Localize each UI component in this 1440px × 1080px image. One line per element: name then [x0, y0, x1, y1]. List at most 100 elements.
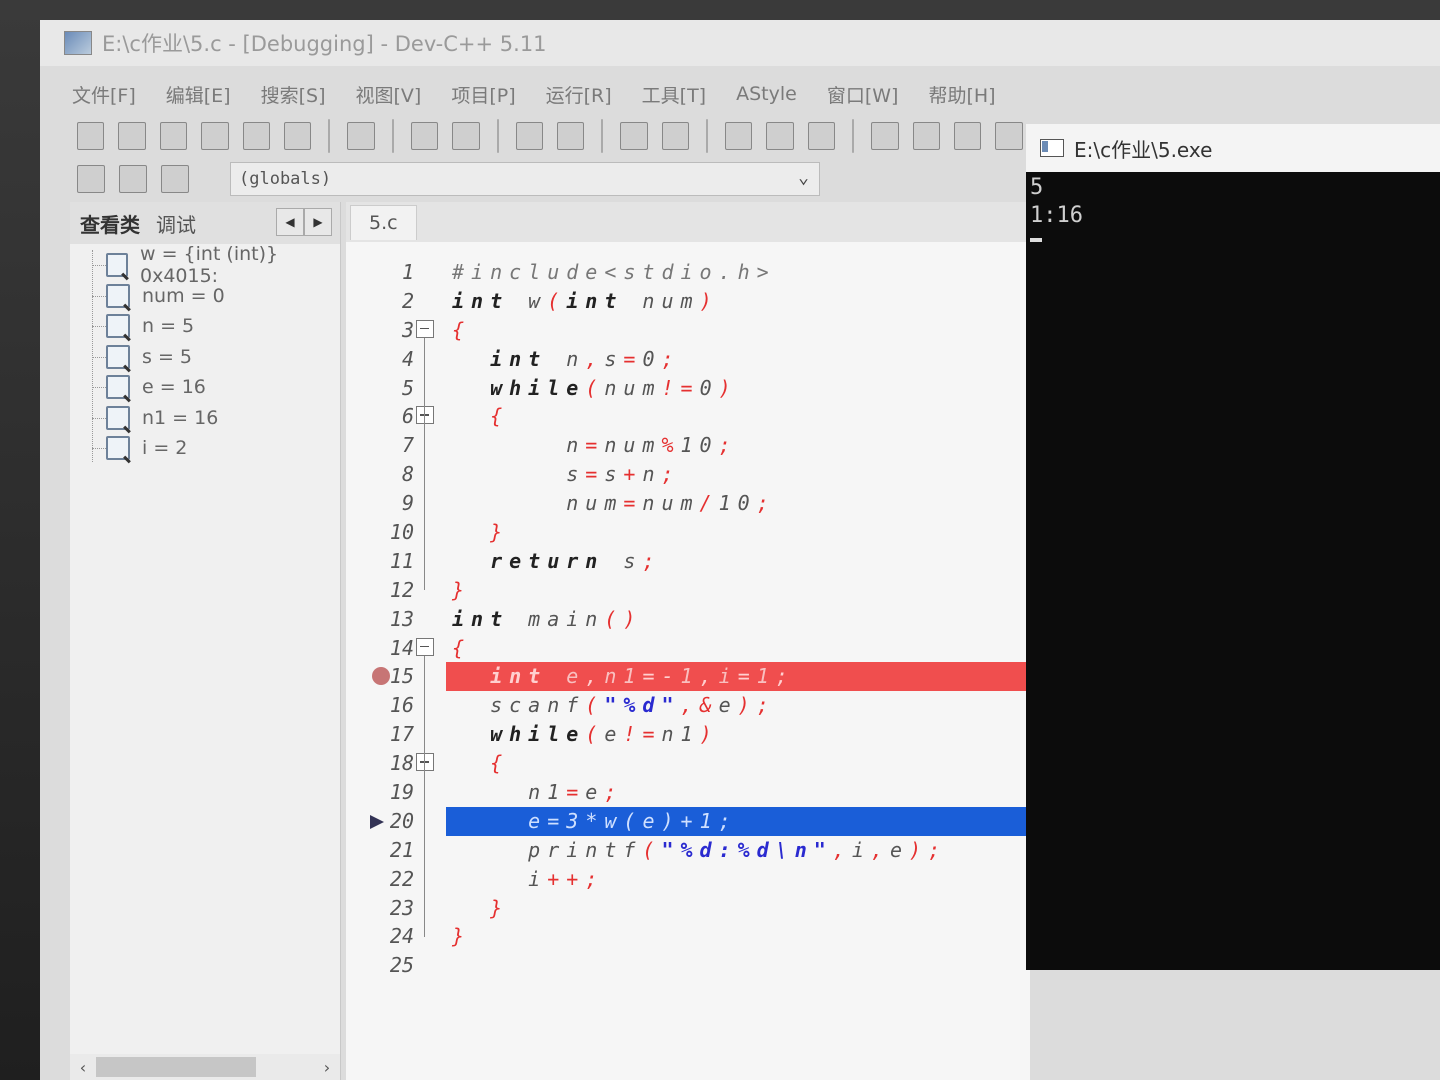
line-number[interactable]: 9	[346, 489, 446, 518]
line-number[interactable]: 10	[346, 518, 446, 547]
code-line[interactable]: int n,s=0;	[446, 345, 1030, 374]
menu-window[interactable]: 窗口[W]	[827, 81, 899, 108]
line-number[interactable]: 16	[346, 691, 446, 720]
line-number[interactable]: 6	[346, 402, 446, 431]
save-icon[interactable]	[159, 122, 188, 150]
tab-classes[interactable]: 查看类	[74, 209, 146, 238]
line-number[interactable]: 20	[346, 807, 446, 836]
indent-icon[interactable]	[620, 122, 648, 150]
scroll-left-icon[interactable]: ‹	[70, 1058, 96, 1077]
code-editor[interactable]: 5.c 1 2 3 4 5 6 7 8 9 10 11 12 13 14 15 16 17 18 19 20 21 22 2…	[346, 202, 1030, 1080]
menu-edit[interactable]: 编辑[E]	[166, 81, 231, 108]
menu-run[interactable]: 运行[R]	[546, 81, 612, 108]
code-line[interactable]: }	[446, 518, 1030, 547]
watch-item[interactable]: w = {int (int)} 0x4015:	[70, 243, 340, 287]
line-number[interactable]: 7	[346, 431, 446, 460]
shield-icon[interactable]	[807, 122, 836, 150]
tab-next-button[interactable]: ▶	[304, 208, 332, 236]
line-number[interactable]: 1	[346, 258, 446, 287]
breakpoint-icon[interactable]	[372, 667, 390, 686]
line-number[interactable]: 25	[346, 951, 446, 980]
replace-icon[interactable]	[556, 122, 585, 150]
line-gutter[interactable]: 1 2 3 4 5 6 7 8 9 10 11 12 13 14 15 16 17 18 19 20 21 22 23 24 2…	[346, 258, 446, 980]
print-icon[interactable]	[347, 122, 375, 150]
compile-icon[interactable]	[871, 122, 899, 150]
fold-toggle-icon[interactable]	[416, 753, 434, 772]
horizontal-scrollbar[interactable]: ‹ ›	[70, 1054, 340, 1080]
watch-item[interactable]: n1 = 16	[70, 403, 340, 434]
code-line[interactable]: int main()	[446, 605, 1030, 634]
code-line[interactable]: num=num/10;	[446, 489, 1030, 518]
fold-toggle-icon[interactable]	[416, 406, 434, 425]
code-line[interactable]: {	[446, 316, 1030, 345]
editor-tab-5c[interactable]: 5.c	[350, 204, 417, 240]
line-number[interactable]: 4	[346, 345, 446, 374]
code-line[interactable]: }	[446, 922, 1030, 951]
code-line[interactable]: n1=e;	[446, 778, 1030, 807]
code-line[interactable]: n=num%10;	[446, 431, 1030, 460]
menu-astyle[interactable]: AStyle	[736, 83, 797, 105]
code-line[interactable]: scanf("%d",&e);	[446, 691, 1030, 720]
project-options-icon[interactable]	[161, 165, 189, 193]
code-line[interactable]: s=s+n;	[446, 460, 1030, 489]
tab-debug[interactable]: 调试	[150, 209, 202, 238]
compile-run-icon[interactable]	[954, 122, 982, 150]
close-all-icon[interactable]	[284, 122, 312, 150]
globals-dropdown[interactable]: (globals) ⌄	[230, 162, 820, 196]
watch-item[interactable]: num = 0	[70, 281, 340, 312]
code-line[interactable]: i++;	[446, 865, 1030, 894]
menu-tools[interactable]: 工具[T]	[642, 81, 706, 108]
line-number[interactable]: 13	[346, 605, 446, 634]
add-to-project-icon[interactable]	[119, 165, 147, 193]
code-line[interactable]: int w(int num)	[446, 287, 1030, 316]
line-number[interactable]: 14	[346, 634, 446, 663]
current-exec-line[interactable]: e=3*w(e)+1;	[446, 806, 1030, 836]
breakpoint-line[interactable]: int e,n1=-1,i=1;	[446, 662, 1030, 692]
find-icon[interactable]	[515, 122, 543, 150]
menu-file[interactable]: 文件[F]	[72, 81, 136, 108]
line-number[interactable]: 5	[346, 374, 446, 403]
line-number[interactable]: 19	[346, 778, 446, 807]
new-project-icon[interactable]	[77, 165, 105, 193]
watch-item[interactable]: s = 5	[70, 342, 340, 373]
menu-project[interactable]: 项目[P]	[451, 81, 515, 108]
code-line[interactable]: }	[446, 894, 1030, 923]
line-number[interactable]: 12	[346, 576, 446, 605]
undo-icon[interactable]	[410, 122, 439, 150]
code-line[interactable]: return s;	[446, 547, 1030, 576]
line-number[interactable]: 24	[346, 922, 446, 951]
bookmark-prev-icon[interactable]	[725, 122, 753, 150]
code-line[interactable]: {	[446, 634, 1030, 663]
watch-item[interactable]: e = 16	[70, 372, 340, 403]
fold-toggle-icon[interactable]	[416, 637, 434, 656]
menu-help[interactable]: 帮助[H]	[928, 81, 995, 108]
scroll-thumb[interactable]	[96, 1057, 256, 1077]
run-icon[interactable]	[912, 122, 941, 150]
menu-view[interactable]: 视图[V]	[356, 81, 422, 108]
line-number[interactable]: 3	[346, 316, 446, 345]
line-number[interactable]: 8	[346, 460, 446, 489]
line-number[interactable]: 2	[346, 287, 446, 316]
code-line[interactable]	[446, 951, 1030, 980]
line-number[interactable]: 11	[346, 547, 446, 576]
save-all-icon[interactable]	[201, 122, 229, 150]
scroll-right-icon[interactable]: ›	[314, 1058, 340, 1077]
code-lines[interactable]: #include<stdio.h> int w(int num){ int n,s…	[446, 258, 1030, 980]
line-number[interactable]: 17	[346, 720, 446, 749]
code-line[interactable]: #include<stdio.h>	[446, 258, 1030, 287]
line-number[interactable]: 22	[346, 865, 446, 894]
code-line[interactable]: while(num!=0)	[446, 374, 1030, 403]
open-file-icon[interactable]	[118, 122, 146, 150]
line-number[interactable]: 15	[346, 662, 446, 691]
line-number[interactable]: 23	[346, 894, 446, 923]
line-number[interactable]: 21	[346, 836, 446, 865]
redo-icon[interactable]	[452, 122, 480, 150]
rebuild-icon[interactable]	[995, 122, 1023, 150]
menu-search[interactable]: 搜索[S]	[261, 81, 326, 108]
code-line[interactable]: {	[446, 402, 1030, 431]
console-window[interactable]: E:\c作业\5.exe 5 1:16	[1026, 124, 1440, 970]
bookmark-next-icon[interactable]	[766, 122, 794, 150]
watch-item[interactable]: n = 5	[70, 311, 340, 342]
fold-toggle-icon[interactable]	[416, 319, 434, 338]
code-line[interactable]: }	[446, 576, 1030, 605]
